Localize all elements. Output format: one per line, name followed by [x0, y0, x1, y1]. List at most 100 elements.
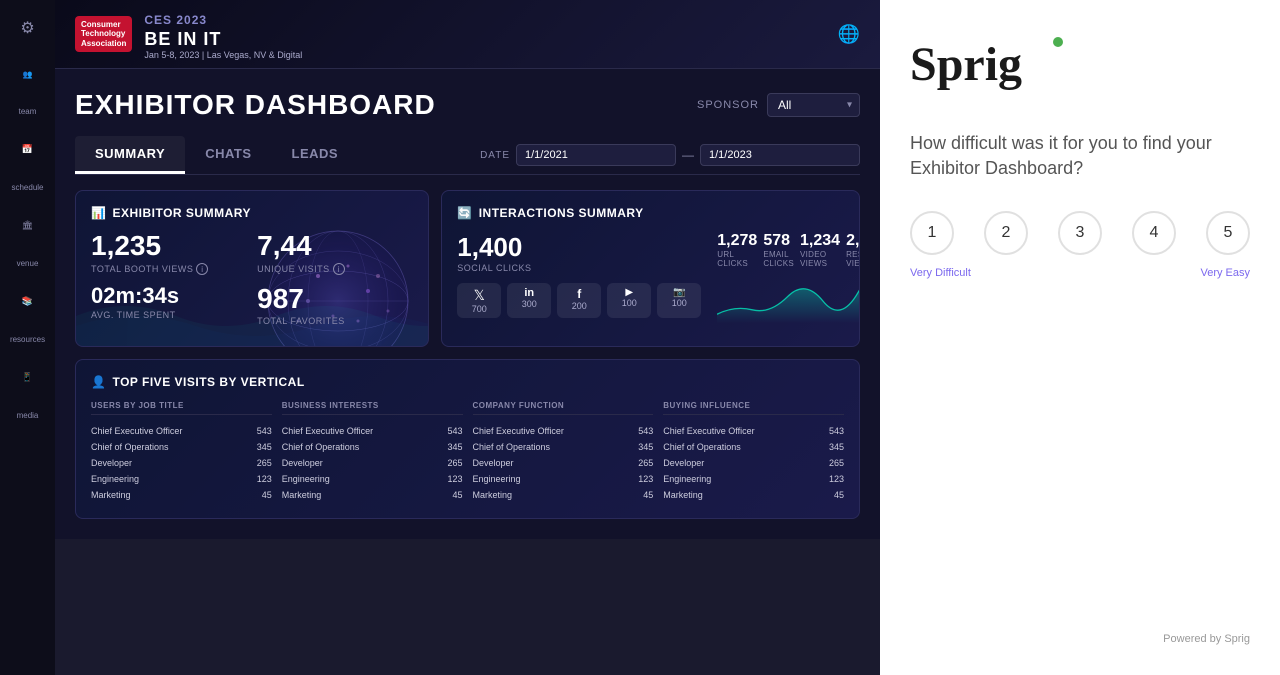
- main-content: Consumer Technology Association CES 2023…: [55, 0, 880, 675]
- sidebar-item-venue[interactable]: 🏛: [18, 216, 37, 235]
- email-clicks-label: EMAIL CLICKS: [763, 250, 794, 268]
- sponsor-select[interactable]: All Sponsor A Sponsor B: [767, 93, 860, 117]
- tab-summary[interactable]: SUMMARY: [75, 136, 185, 174]
- sprig-logo: Sprig: [910, 30, 1250, 101]
- youtube-count: 100: [622, 298, 637, 308]
- sidebar-label-venue: venue: [13, 255, 43, 272]
- table-row: Developer 265: [282, 455, 463, 471]
- sidebar: ⚙ 👥 team 📅 schedule 🏛 venue 📚 resources …: [0, 0, 55, 675]
- sidebar-label-media: media: [13, 407, 43, 424]
- rating-row: 1 2 3 4 5: [910, 211, 1250, 255]
- interactions-icon: 🔄: [457, 206, 472, 220]
- rating-btn-2[interactable]: 2: [984, 211, 1028, 255]
- chart-icon: 📊: [91, 206, 106, 220]
- col-header-company: COMPANY FUNCTION: [473, 401, 654, 415]
- col-header-job-title: USERS BY JOB TITLE: [91, 401, 272, 415]
- sprig-logo-svg: Sprig: [910, 30, 1070, 90]
- sidebar-item-team[interactable]: 👥: [19, 66, 37, 83]
- tabs: SUMMARY CHATS LEADS: [75, 136, 358, 174]
- sidebar-item-resources[interactable]: 📚: [18, 292, 37, 311]
- total-favorites-label: TOTAL FAVORITES: [257, 316, 413, 326]
- stat-url-clicks: 1,278 URL CLICKS: [717, 232, 757, 268]
- header-logo: Consumer Technology Association CES 2023…: [75, 8, 302, 60]
- social-youtube: ▶ 100: [607, 283, 651, 318]
- unique-visits-value: 7,44: [257, 232, 413, 260]
- table-row: Chief of Operations 345: [282, 439, 463, 455]
- visits-col-company: COMPANY FUNCTION Chief Executive Officer…: [473, 401, 654, 503]
- resource-chart: [717, 276, 860, 326]
- ces-logo-line2: Technology: [81, 29, 126, 39]
- table-row: Engineering 123: [91, 471, 272, 487]
- table-row: Marketing 45: [91, 487, 272, 503]
- col-header-business: BUSINESS INTERESTS: [282, 401, 463, 415]
- sponsor-control: SPONSOR All Sponsor A Sponsor B: [697, 93, 860, 117]
- visits-col-job-title: USERS BY JOB TITLE Chief Executive Offic…: [91, 401, 272, 503]
- stat-video-views: 1,234 VIDEO VIEWS: [800, 232, 840, 268]
- date-start-input[interactable]: [516, 144, 676, 166]
- social-clicks-label: SOCIAL CLICKS: [457, 263, 701, 273]
- visits-col-buying: BUYING INFLUENCE Chief Executive Officer…: [663, 401, 844, 503]
- dashboard-header: EXHIBITOR DASHBOARD SPONSOR All Sponsor …: [75, 89, 860, 121]
- exhibitor-summary-card: 📊 EXHIBITOR SUMMARY: [75, 190, 429, 347]
- interactions-label: INTERACTIONS SUMMARY: [479, 206, 644, 220]
- email-clicks-value: 578: [763, 232, 794, 250]
- sidebar-item-media[interactable]: 📱: [18, 368, 37, 387]
- powered-by: Powered by Sprig: [910, 633, 1250, 645]
- table-row: Developer 265: [91, 455, 272, 471]
- table-row: Engineering 123: [663, 471, 844, 487]
- rating-btn-3[interactable]: 3: [1058, 211, 1102, 255]
- stat-email-clicks: 578 EMAIL CLICKS: [763, 232, 794, 268]
- info-icon-2[interactable]: i: [333, 263, 345, 275]
- rating-btn-4[interactable]: 4: [1132, 211, 1176, 255]
- tab-leads[interactable]: LEADS: [272, 136, 359, 174]
- date-filter: DATE —: [480, 144, 860, 166]
- sidebar-label-schedule: schedule: [7, 179, 47, 196]
- exhibitor-summary-title: 📊 EXHIBITOR SUMMARY: [91, 206, 413, 220]
- interactions-summary-title: 🔄 INTERACTIONS SUMMARY: [457, 206, 844, 220]
- visits-columns: USERS BY JOB TITLE Chief Executive Offic…: [91, 401, 844, 503]
- col-header-buying: BUYING INFLUENCE: [663, 401, 844, 415]
- ces-logo-line1: Consumer: [81, 20, 126, 30]
- sidebar-item-schedule[interactable]: 📅: [18, 140, 37, 159]
- interactions-summary-card: 🔄 INTERACTIONS SUMMARY 1,400 SOCIAL CLIC…: [441, 190, 860, 347]
- social-icons-row: 𝕏 700 in 300 f 200: [457, 283, 701, 318]
- table-row: Marketing 45: [282, 487, 463, 503]
- mini-stats-grid: 1,278 URL CLICKS 578 EMAIL CLICKS 1,234 …: [717, 232, 860, 268]
- booth-views-label: TOTAL BOOTH VIEWS i: [91, 263, 247, 275]
- stat-avg-time: 02m:34s AVG. TIME SPENT: [91, 285, 247, 326]
- avg-time-label: AVG. TIME SPENT: [91, 310, 247, 320]
- stat-unique-visits: 7,44 UNIQUE VISITS i: [257, 232, 413, 275]
- social-clicks-value: 1,400: [457, 232, 701, 263]
- tab-chats[interactable]: CHATS: [185, 136, 271, 174]
- twitter-count: 700: [472, 304, 487, 314]
- ces-text: CES 2023 BE IN IT Jan 5-8, 2023 | Las Ve…: [144, 8, 302, 60]
- facebook-count: 200: [572, 301, 587, 311]
- date-end-input[interactable]: [700, 144, 860, 166]
- rating-btn-5[interactable]: 5: [1206, 211, 1250, 255]
- video-views-value: 1,234: [800, 232, 840, 250]
- ces-logo-badge: Consumer Technology Association: [75, 16, 132, 53]
- ces-year: CES 2023: [144, 13, 207, 27]
- page-title: EXHIBITOR DASHBOARD: [75, 89, 436, 121]
- ces-logo-line3: Association: [81, 39, 126, 49]
- table-row: Chief Executive Officer 543: [282, 423, 463, 439]
- facebook-icon: f: [577, 287, 581, 301]
- globe-icon[interactable]: 🌐: [838, 24, 860, 45]
- social-twitter: 𝕏 700: [457, 283, 501, 318]
- exhibitor-summary-label: EXHIBITOR SUMMARY: [112, 206, 251, 220]
- booth-views-value: 1,235: [91, 232, 247, 260]
- sidebar-icon-gear[interactable]: ⚙: [10, 10, 46, 46]
- ces-dates: Jan 5-8, 2023 | Las Vegas, NV & Digital: [144, 50, 302, 60]
- resource-views-value: 2,345: [846, 232, 860, 250]
- social-linkedin: in 300: [507, 283, 551, 318]
- table-row: Marketing 45: [473, 487, 654, 503]
- rating-btn-1[interactable]: 1: [910, 211, 954, 255]
- video-views-label: VIDEO VIEWS: [800, 250, 840, 268]
- youtube-icon: ▶: [625, 287, 633, 298]
- table-row: Developer 265: [473, 455, 654, 471]
- stat-booth-views: 1,235 TOTAL BOOTH VIEWS i: [91, 232, 247, 275]
- table-row: Chief of Operations 345: [473, 439, 654, 455]
- info-icon[interactable]: i: [196, 263, 208, 275]
- rating-label-left: Very Difficult: [910, 267, 971, 279]
- stat-resource-views: 2,345 RESOURCE VIEWS: [846, 232, 860, 268]
